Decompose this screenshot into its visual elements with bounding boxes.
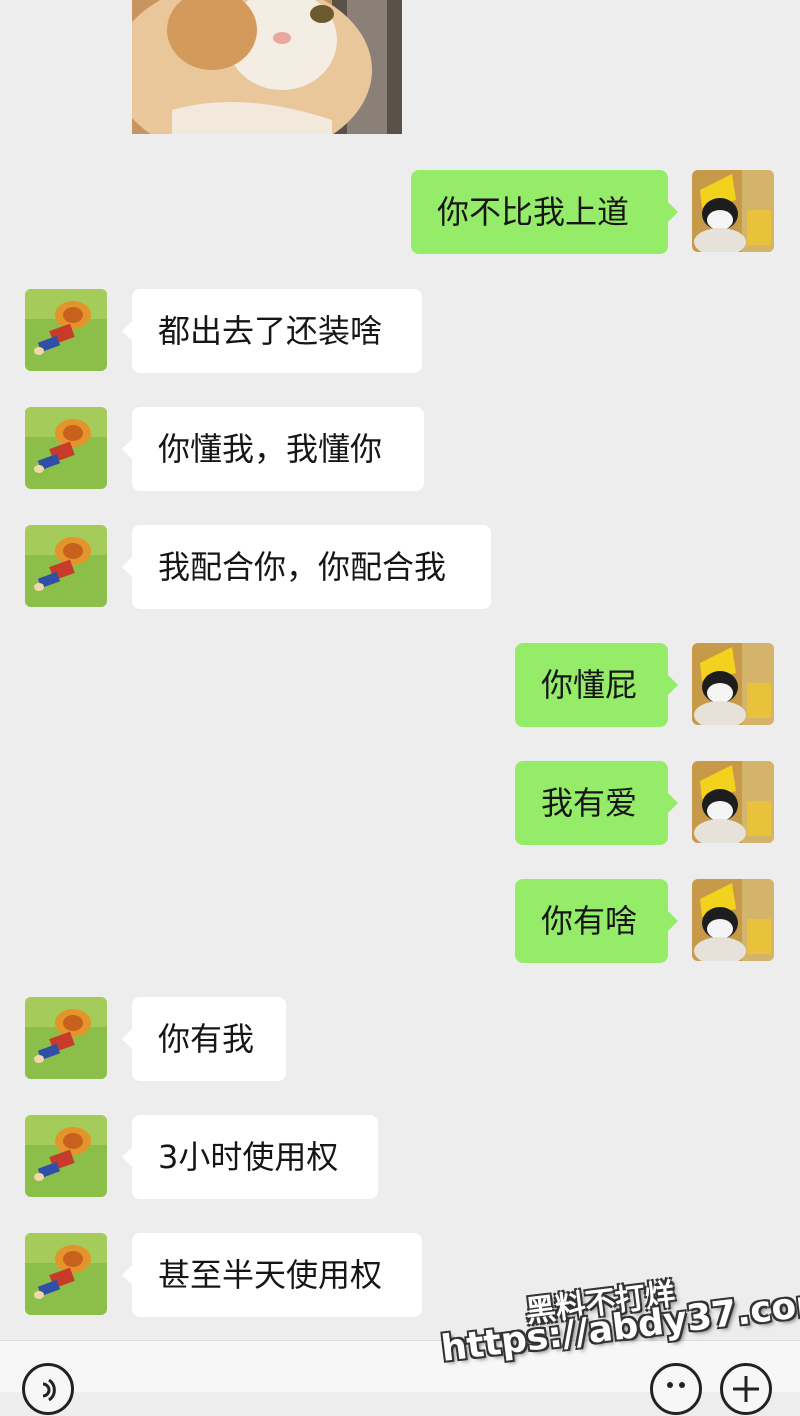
cartoon-avatar-icon [25, 525, 107, 607]
voice-icon[interactable] [22, 1363, 74, 1415]
message-text: 你懂我，我懂你 [158, 430, 383, 468]
self-avatar[interactable] [692, 170, 774, 252]
message-text: 我配合你，你配合我 [158, 548, 447, 586]
message-bubble-received[interactable]: 甚至半天使用权 [122, 1233, 422, 1317]
contact-avatar[interactable] [25, 1233, 107, 1315]
chat-area: 你不比我上道 都出去了还装啥 你懂我，我懂你 我配合你，你配合我 你懂屁 我有爱… [0, 0, 800, 1340]
emoji-glyph [667, 1382, 685, 1388]
self-avatar[interactable] [692, 643, 774, 725]
cartoon-avatar-icon [25, 997, 107, 1079]
message-bubble-sent[interactable]: 你有啥 [515, 879, 678, 963]
plus-glyph [733, 1376, 759, 1402]
voice-glyph [42, 1378, 56, 1402]
cat-photo-message[interactable] [132, 0, 402, 134]
cartoon-avatar-icon [25, 407, 107, 489]
self-avatar[interactable] [692, 761, 774, 843]
cat-avatar-icon [692, 643, 774, 725]
cartoon-avatar-icon [25, 1115, 107, 1197]
contact-avatar[interactable] [25, 997, 107, 1079]
cat-avatar-icon [692, 879, 774, 961]
message-bubble-sent[interactable]: 你懂屁 [515, 643, 678, 727]
contact-avatar[interactable] [25, 525, 107, 607]
emoji-icon[interactable] [650, 1363, 702, 1415]
message-bubble-received[interactable]: 3小时使用权 [122, 1115, 378, 1199]
self-avatar[interactable] [692, 879, 774, 961]
message-bubble-received[interactable]: 你有我 [122, 997, 286, 1081]
cartoon-avatar-icon [25, 289, 107, 371]
cat-photo-icon [132, 0, 402, 134]
message-text: 我有爱 [541, 784, 638, 822]
contact-avatar[interactable] [25, 289, 107, 371]
message-text: 3小时使用权 [158, 1138, 339, 1176]
message-text: 你有啥 [541, 902, 638, 940]
input-toolbar [0, 1340, 800, 1415]
message-bubble-sent[interactable]: 我有爱 [515, 761, 678, 845]
message-bubble-received[interactable]: 都出去了还装啥 [122, 289, 422, 373]
message-bubble-received[interactable]: 我配合你，你配合我 [122, 525, 491, 609]
message-text: 甚至半天使用权 [158, 1256, 383, 1294]
message-text: 你有我 [158, 1020, 255, 1058]
message-text: 你懂屁 [541, 666, 638, 704]
message-text: 都出去了还装啥 [158, 312, 383, 350]
cat-avatar-icon [692, 761, 774, 843]
contact-avatar[interactable] [25, 407, 107, 489]
cartoon-avatar-icon [25, 1233, 107, 1315]
plus-icon[interactable] [720, 1363, 772, 1415]
message-bubble-sent[interactable]: 你不比我上道 [411, 170, 678, 254]
message-bubble-received[interactable]: 你懂我，我懂你 [122, 407, 424, 491]
cat-avatar-icon [692, 170, 774, 252]
contact-avatar[interactable] [25, 1115, 107, 1197]
message-text: 你不比我上道 [437, 193, 630, 231]
